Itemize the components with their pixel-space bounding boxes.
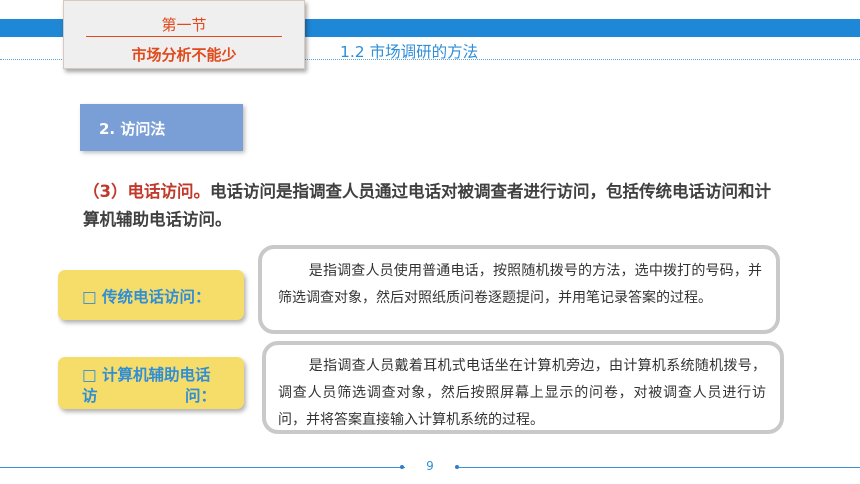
footer-dot-left <box>400 465 404 469</box>
tag-traditional-phone-label: □ 传统电话访问： <box>82 288 211 306</box>
desc-computer-assisted-phone: 是指调查人员戴着耳机式电话坐在计算机旁边，由计算机系统随机拨号，调查人员筛选调查… <box>262 341 784 434</box>
tag-traditional-phone: □ 传统电话访问： <box>58 270 244 320</box>
tag-computer-assisted-line1: □ 计算机辅助电话 <box>82 366 211 384</box>
section-title: 市场分析不能少 <box>131 46 237 64</box>
intro-lead: （3）电话访问。 <box>83 182 210 201</box>
intro-paragraph: （3）电话访问。电话访问是指调查人员通过电话对被调查者进行访问，包括传统电话访问… <box>83 178 783 234</box>
method-heading: 2. 访问法 <box>99 120 166 138</box>
page-number: 9 <box>426 459 434 473</box>
desc-traditional-phone: 是指调查人员使用普通电话，按照随机拨号的方法，选中拨打的号码，并筛选调查对象，然… <box>258 245 780 334</box>
section-rule <box>86 36 282 37</box>
desc-computer-assisted-phone-text: 是指调查人员戴着耳机式电话坐在计算机旁边，由计算机系统随机拨号，调查人员筛选调查… <box>278 358 766 428</box>
tag-computer-assisted-line2-left: 访 <box>82 387 98 405</box>
tag-computer-assisted-phone: □ 计算机辅助电话 访 问： <box>58 357 244 409</box>
tag-computer-assisted-line2: 访 问： <box>82 384 216 406</box>
method-heading-box: 2. 访问法 <box>80 104 243 151</box>
section-number: 第一节 <box>161 16 207 34</box>
page-subtitle: 1.2 市场调研的方法 <box>340 43 479 61</box>
footer-line-left <box>0 467 405 468</box>
desc-traditional-phone-text: 是指调查人员使用普通电话，按照随机拨号的方法，选中拨打的号码，并筛选调查对象，然… <box>278 263 762 306</box>
section-box: 第一节 市场分析不能少 <box>63 0 305 69</box>
tag-computer-assisted-line2-right: 问： <box>184 387 216 405</box>
footer-line-right <box>459 467 860 468</box>
